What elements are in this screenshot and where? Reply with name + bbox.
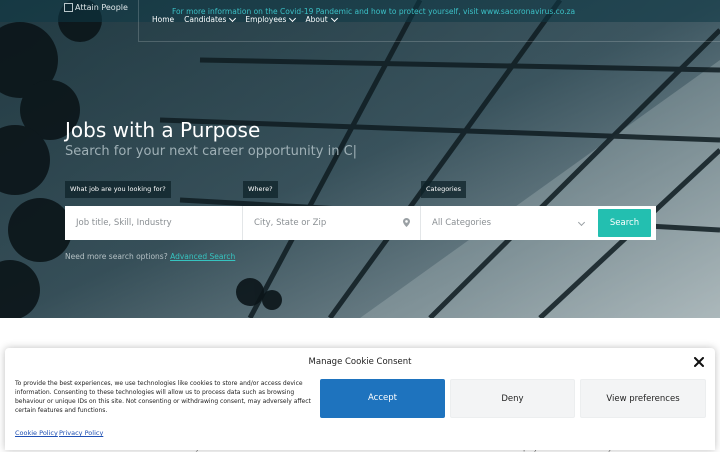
job-title-input[interactable]: Job title, Skill, Industry — [76, 206, 236, 240]
nav-item-about[interactable]: About — [305, 14, 338, 24]
categories-label: Categories — [421, 181, 467, 198]
deny-button[interactable]: Deny — [450, 379, 575, 418]
nav-label: About — [305, 15, 328, 24]
nav-label: Home — [152, 15, 175, 24]
main-nav: Home Candidates Employees About — [152, 14, 338, 24]
cookie-policy-link[interactable]: Cookie Policy — [15, 429, 58, 437]
nav-item-candidates[interactable]: Candidates — [184, 14, 237, 24]
category-select[interactable]: All Categories — [432, 206, 582, 240]
view-preferences-button[interactable]: View preferences — [580, 379, 706, 418]
broken-image-icon — [64, 3, 73, 12]
hero-title: Jobs with a Purpose — [65, 118, 261, 142]
advanced-search-link[interactable]: Advanced Search — [170, 252, 235, 261]
what-job-label: What job are you looking for? — [65, 181, 171, 198]
more-options-text: Need more search options? — [65, 252, 168, 261]
site-logo[interactable]: Attain People — [64, 3, 128, 12]
hero-background-image — [0, 0, 720, 318]
close-icon[interactable] — [694, 357, 704, 367]
accept-button[interactable]: Accept — [320, 379, 445, 418]
header-divider-horizontal — [138, 41, 720, 42]
cookie-description: To provide the best experiences, we use … — [15, 380, 311, 414]
chevron-down-icon — [289, 14, 297, 23]
hero-subtitle: Search for your next career opportunity … — [65, 144, 358, 159]
chevron-down-icon — [229, 14, 237, 23]
privacy-policy-link[interactable]: Privacy Policy — [59, 429, 103, 437]
nav-item-employees[interactable]: Employees — [245, 14, 297, 24]
cookie-title: Manage Cookie Consent — [308, 357, 412, 367]
search-button[interactable]: Search — [598, 209, 651, 237]
location-input[interactable]: City, State or Zip — [254, 206, 404, 240]
header-divider-vertical — [138, 0, 139, 41]
field-divider — [420, 206, 421, 240]
more-search-options: Need more search options? Advanced Searc… — [65, 252, 235, 261]
nav-label: Candidates — [184, 15, 227, 24]
where-label: Where? — [243, 181, 278, 198]
map-pin-icon — [403, 218, 410, 227]
nav-item-home[interactable]: Home — [152, 15, 174, 24]
job-search-form: Job title, Skill, Industry City, State o… — [65, 206, 656, 240]
chevron-down-icon — [330, 14, 338, 23]
cookie-consent-banner: Manage Cookie Consent To provide the bes… — [5, 348, 715, 450]
hero-section: Attain People For more information on th… — [0, 0, 720, 318]
logo-alt-text: Attain People — [75, 3, 128, 12]
field-divider — [242, 206, 243, 240]
nav-label: Employees — [245, 15, 287, 24]
